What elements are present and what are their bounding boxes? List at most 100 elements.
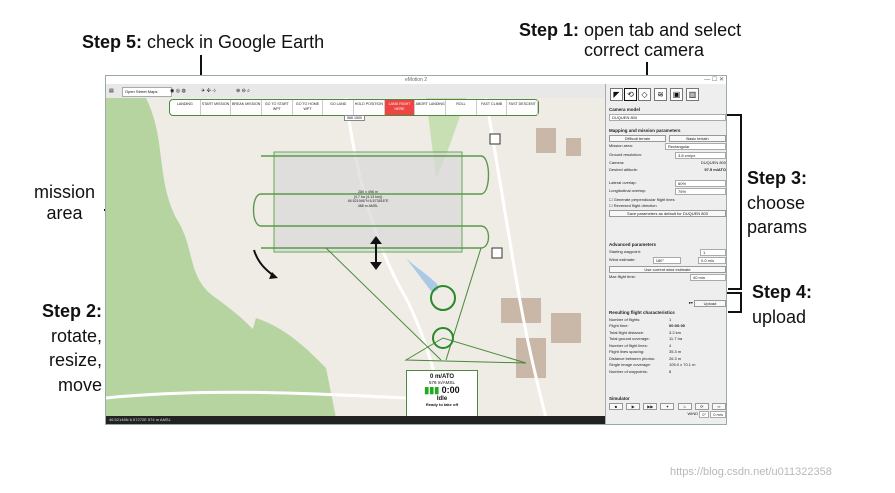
- simulator-header: Simulator: [609, 396, 630, 401]
- map-view[interactable]: LANDING START MISSION BREAK MISSION GO T…: [106, 98, 605, 418]
- sim-rotate-icon[interactable]: ⟳: [694, 402, 709, 410]
- sim-stop-button[interactable]: ■: [609, 402, 623, 410]
- mission-area-select[interactable]: Rectangular: [665, 143, 726, 150]
- app-window: eMotion 2 — ☐ ✕ ▤ Open Street Maps ◉ ◎ ◍…: [105, 75, 727, 425]
- mode-start-mission[interactable]: START MISSION: [201, 100, 232, 115]
- sim-fire-icon[interactable]: ♨: [677, 402, 692, 410]
- mode-fast-climb[interactable]: FAST CLIMB: [477, 100, 508, 115]
- lateral-overlap-input[interactable]: 60%: [675, 179, 726, 187]
- result-value: 26.3 m: [669, 355, 682, 361]
- advanced-header: Advanced parameters: [609, 242, 657, 247]
- settings-tab-icon[interactable]: ▥: [686, 88, 699, 101]
- resize-arrow-down: [370, 262, 382, 270]
- mode-abort-landing[interactable]: ABORT LANDING: [415, 100, 447, 115]
- camera-section: Camera model DUQUEN 800: [609, 107, 726, 121]
- step3-bracket: [726, 114, 742, 290]
- simulator-section: Simulator ■ ▶ ▶▶ ✦ ♨ ⟳ ∞ WIND 0° 0 m/s: [609, 396, 726, 418]
- upload-button[interactable]: Upload: [694, 299, 726, 307]
- area-info-label: 280 x 496 m (4.7 ha (4.13 km)) 46.521946…: [338, 190, 398, 208]
- drone-tools-icon[interactable]: ✈ ✣ ⊹: [201, 87, 216, 95]
- mission-area-label: Mission area:: [609, 143, 633, 148]
- result-label: Flight lines spacing:: [609, 349, 645, 354]
- result-label: Number of waypoints:: [609, 368, 648, 374]
- mode-fast-descent[interactable]: FAST DESCENT: [507, 100, 539, 115]
- drone-status-box: 0 m/ATO 578 m/AMSL ▮▮▮ 0:00 Idle Ready t…: [406, 370, 478, 418]
- battery-icon: ▮▮▮: [424, 385, 440, 395]
- advanced-section: Advanced parameters Starting waypoint: 1 …: [609, 242, 726, 281]
- result-label: Number of flight lines:: [609, 342, 648, 348]
- current-wind-button[interactable]: Use current wind estimate: [609, 265, 726, 273]
- sim-speed-input[interactable]: 0 m/s: [710, 411, 726, 418]
- flight-path: [325, 247, 442, 361]
- watermark: https://blog.csdn.net/u011322358: [670, 466, 832, 478]
- wind-dir-input[interactable]: 180°: [652, 257, 681, 264]
- mapping-header: Mapping and mission parameters: [609, 128, 681, 133]
- map-source-select[interactable]: Open Street Maps: [122, 87, 172, 97]
- coords-readout: 46.52146N 6.57272E 574 m AMSL: [109, 417, 171, 422]
- result-value: 3.2 km: [669, 329, 682, 335]
- result-value: 1: [669, 316, 672, 322]
- mapping-tab-icon[interactable]: ⟲: [624, 88, 637, 101]
- camera-tab-icon[interactable]: ▣: [670, 88, 683, 101]
- sim-dir-input[interactable]: 0°: [699, 411, 710, 418]
- mode-go-start[interactable]: GO TO START WPT: [262, 100, 293, 115]
- results-header: Resulting flight characteristics: [609, 310, 675, 315]
- result-label: Single image coverage:: [609, 362, 651, 367]
- mode-go-home[interactable]: GO TO HOME WPT: [293, 100, 324, 115]
- max-time-input[interactable]: 40 min: [690, 274, 726, 281]
- mode-break-mission[interactable]: BREAK MISSION: [231, 100, 263, 115]
- result-value: 11.7 ha: [669, 336, 683, 341]
- starting-wp-label: Starting waypoint:: [609, 248, 641, 254]
- ground-resolution-label: Ground resolution:: [609, 151, 642, 157]
- window-title: eMotion 2: [405, 77, 427, 83]
- sim-play-button[interactable]: ▶: [626, 402, 641, 410]
- result-value: 35.3 m: [669, 349, 682, 354]
- takeoff-tab-icon[interactable]: ◤: [610, 88, 623, 101]
- result-value: 8: [669, 368, 672, 374]
- water-pond: [406, 258, 439, 292]
- altitude-value: 97.5 m/ATO: [704, 166, 726, 172]
- upload-row: ●▾ Upload: [609, 298, 726, 307]
- result-label: Flight time:: [609, 323, 629, 328]
- save-defaults-button[interactable]: Save parameters as default for DUQUEN 80…: [609, 210, 726, 217]
- basic-terrain-button[interactable]: Basic terrain: [669, 134, 726, 142]
- mode-land-here[interactable]: LAND RIGHT HERE: [384, 100, 416, 115]
- result-label: Total flight distance:: [609, 329, 645, 335]
- mode-hold-position[interactable]: HOLD POSITION: [354, 100, 385, 115]
- altitude-label: Desired altitude:: [609, 166, 638, 172]
- sim-wind-label: WIND: [687, 411, 699, 416]
- zoom-icon[interactable]: ⊕ ⊖ ⌕: [236, 87, 250, 95]
- camera-select[interactable]: DUQUEN 800: [609, 114, 726, 121]
- perp-label: Generate perpendicular flight lines: [613, 196, 675, 202]
- flight-mode-bar: LANDING START MISSION BREAK MISSION GO T…: [169, 99, 539, 116]
- sim-wind-icon[interactable]: ✦: [660, 402, 675, 410]
- mode-roll[interactable]: ROLL: [446, 100, 477, 115]
- result-value: 105.0 x 70.1 m: [669, 362, 696, 367]
- difficult-terrain-button[interactable]: Difficult terrain: [609, 134, 666, 142]
- mode-go-land[interactable]: GO LAND: [323, 100, 355, 115]
- building: [551, 313, 581, 343]
- sim-fast-button[interactable]: ▶▶: [643, 402, 658, 410]
- coords-status-bar: 46.52146N 6.57272E 574 m AMSL: [106, 416, 605, 424]
- result-label: Total ground coverage:: [609, 336, 650, 341]
- wind-speed-input[interactable]: 0.0 m/s: [697, 257, 726, 264]
- layers-tab-icon[interactable]: ≋: [654, 88, 667, 101]
- rotate-handle: [253, 249, 275, 277]
- status-time: 0:00: [441, 385, 460, 395]
- mission-panel: ◤ ⟲ ◇ ≋ ▣ ▥ Camera model DUQUEN 800 Mapp…: [605, 84, 726, 424]
- sim-link-icon[interactable]: ∞: [711, 402, 726, 410]
- results-section: Resulting flight characteristics Number …: [609, 310, 726, 374]
- ground-resolution-input[interactable]: 3.8 cm/px: [675, 151, 726, 159]
- longitudinal-overlap-input[interactable]: 75%: [675, 188, 726, 195]
- max-time-label: Max flight time:: [609, 274, 636, 279]
- reverse-label: Reversed flight direction: [613, 203, 657, 208]
- wind-label: Wind estimate:: [609, 257, 636, 262]
- polygon-tab-icon[interactable]: ◇: [638, 88, 651, 101]
- menu-icon[interactable]: ▤: [109, 87, 114, 95]
- window-controls[interactable]: — ☐ ✕: [704, 76, 724, 84]
- result-value: 4: [669, 342, 672, 348]
- mode-landing[interactable]: LANDING: [170, 100, 201, 115]
- starting-wp-input[interactable]: 1: [700, 248, 726, 256]
- camera-marker-icon: [489, 133, 501, 145]
- layers-icon[interactable]: ◉ ◎ ◍: [170, 87, 186, 95]
